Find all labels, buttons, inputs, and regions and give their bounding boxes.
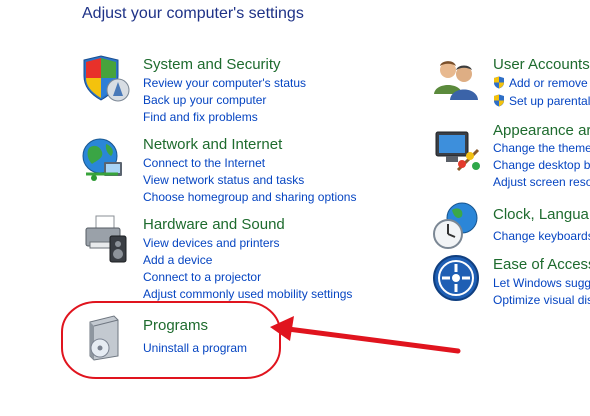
clock-globe-icon[interactable] bbox=[432, 200, 482, 250]
category-network-title[interactable]: Network and Internet bbox=[143, 136, 282, 153]
link-uninstall-program[interactable]: Uninstall a program bbox=[143, 341, 247, 355]
link-review-status[interactable]: Review your computer's status bbox=[143, 76, 306, 90]
uac-shield-icon bbox=[493, 76, 505, 89]
link-network-status[interactable]: View network status and tasks bbox=[143, 173, 304, 187]
link-parental[interactable]: Set up parental bbox=[493, 94, 590, 108]
link-change-keyboards[interactable]: Change keyboards bbox=[493, 229, 590, 243]
link-parental-label: Set up parental bbox=[509, 94, 590, 108]
shield-icon[interactable] bbox=[80, 54, 130, 104]
programs-box-icon[interactable] bbox=[80, 312, 130, 362]
link-connect-internet[interactable]: Connect to the Internet bbox=[143, 156, 265, 170]
printer-speaker-icon[interactable] bbox=[80, 214, 130, 264]
uac-shield-icon bbox=[493, 94, 505, 107]
link-find-fix[interactable]: Find and fix problems bbox=[143, 110, 258, 124]
ease-of-access-icon[interactable] bbox=[432, 254, 482, 304]
link-screen-resolution[interactable]: Adjust screen reso bbox=[493, 175, 590, 189]
link-add-device[interactable]: Add a device bbox=[143, 253, 212, 267]
link-connect-projector[interactable]: Connect to a projector bbox=[143, 270, 261, 284]
category-ease-title[interactable]: Ease of Access bbox=[493, 256, 590, 273]
users-icon[interactable] bbox=[432, 54, 482, 104]
link-devices-printers[interactable]: View devices and printers bbox=[143, 236, 280, 250]
link-add-remove-label: Add or remove bbox=[509, 76, 588, 90]
link-mobility-settings[interactable]: Adjust commonly used mobility settings bbox=[143, 287, 352, 301]
category-programs-title[interactable]: Programs bbox=[143, 317, 208, 334]
link-homegroup[interactable]: Choose homegroup and sharing options bbox=[143, 190, 356, 204]
category-appearance-title[interactable]: Appearance ar bbox=[493, 122, 590, 139]
red-arrow-icon bbox=[270, 316, 461, 354]
link-windows-suggest[interactable]: Let Windows sugg bbox=[493, 276, 590, 290]
link-change-theme[interactable]: Change the theme bbox=[493, 141, 590, 155]
category-clock-title[interactable]: Clock, Langua bbox=[493, 206, 589, 223]
link-desktop-background[interactable]: Change desktop b bbox=[493, 158, 590, 172]
category-system-security-title[interactable]: System and Security bbox=[143, 56, 281, 73]
category-hardware-title[interactable]: Hardware and Sound bbox=[143, 216, 285, 233]
page-title: Adjust your computer's settings bbox=[82, 5, 304, 22]
monitor-palette-icon[interactable] bbox=[432, 126, 482, 176]
link-backup[interactable]: Back up your computer bbox=[143, 93, 266, 107]
category-user-accounts-title[interactable]: User Accounts bbox=[493, 56, 590, 73]
link-add-remove[interactable]: Add or remove bbox=[493, 76, 588, 90]
network-globe-icon[interactable] bbox=[80, 134, 130, 184]
link-optimize-visual[interactable]: Optimize visual dis bbox=[493, 293, 590, 307]
